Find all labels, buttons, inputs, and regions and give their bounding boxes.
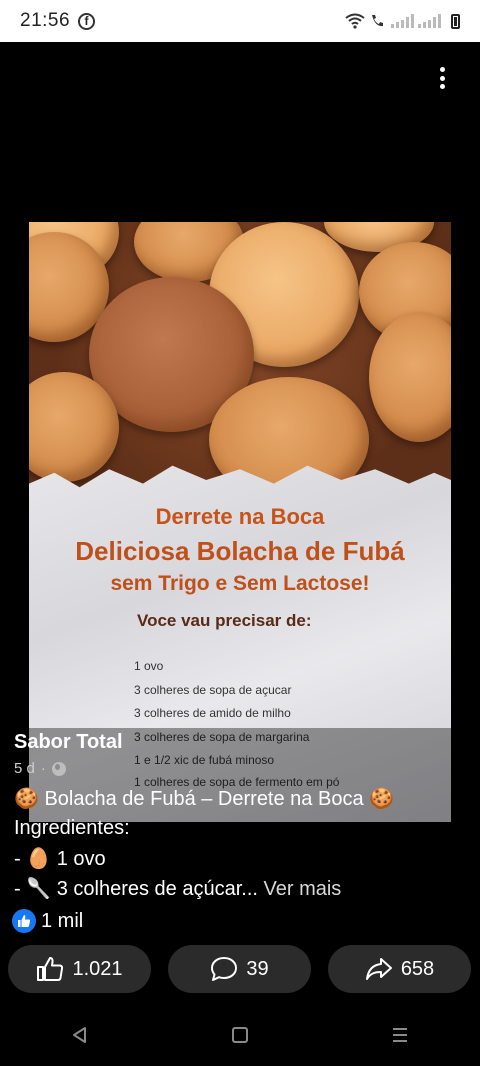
share-icon	[365, 958, 392, 980]
status-bar: 21:56 f	[0, 0, 480, 42]
image-subheading: Voce vau precisar de:	[137, 611, 312, 630]
post-meta: 5 d ·	[14, 760, 66, 777]
line-prefix: -	[14, 878, 21, 900]
page-name[interactable]: Sabor Total	[14, 731, 123, 754]
image-title-line3: sem Trigo e Sem Lactose!	[110, 572, 370, 595]
system-nav-bar	[0, 1004, 480, 1066]
post-ingredient-line: - 🥚 1 ovo	[14, 846, 106, 871]
reaction-summary[interactable]: 1 mil	[12, 909, 83, 933]
clock: 21:56	[20, 10, 71, 31]
image-ingredient: 1 ovo	[134, 659, 164, 673]
facebook-icon: f	[78, 12, 96, 30]
battery-icon	[451, 13, 460, 29]
meta-separator: ·	[40, 760, 46, 777]
thumbs-up-icon	[37, 957, 64, 981]
post-title-text: Bolacha de Fubá – Derrete na Boca	[44, 788, 364, 810]
reaction-count: 1 mil	[41, 909, 84, 932]
back-icon[interactable]	[70, 1025, 90, 1045]
signal-icon-2	[418, 14, 441, 28]
line-prefix: -	[14, 848, 21, 870]
image-title-line2: Deliciosa Bolacha de Fubá	[75, 536, 405, 566]
home-icon[interactable]	[230, 1025, 250, 1045]
wifi-icon	[345, 13, 365, 29]
see-more-link[interactable]: Ver mais	[264, 878, 342, 900]
call-icon	[372, 15, 383, 27]
globe-icon	[51, 761, 66, 776]
image-ingredient: 3 colheres de sopa de açucar	[134, 683, 292, 697]
cookie-photo	[29, 222, 451, 502]
status-icons	[345, 13, 460, 29]
egg-icon: 🥚	[26, 846, 52, 870]
post-ingredient-line: - 🥄 3 colheres de açúcar... Ver mais	[14, 876, 341, 901]
image-ingredient: 3 colheres de amido de milho	[134, 706, 291, 720]
cookie-icon: 🍪	[369, 786, 395, 810]
line-text: 3 colheres de açúcar...	[56, 878, 258, 900]
post-title: 🍪 Bolacha de Fubá – Derrete na Boca 🍪	[14, 786, 394, 811]
like-button[interactable]: 1.021	[8, 945, 151, 993]
ingredients-label: Ingredientes:	[14, 817, 130, 839]
cookie-icon: 🍪	[14, 786, 39, 810]
post-time: 5 d	[14, 760, 35, 777]
signal-icon	[391, 14, 414, 28]
like-icon	[12, 909, 36, 933]
recents-icon[interactable]	[390, 1025, 410, 1045]
spoon-icon: 🥄	[26, 876, 52, 900]
share-count: 658	[400, 957, 435, 980]
comment-button[interactable]: 39	[168, 945, 311, 993]
comment-count: 39	[246, 957, 269, 980]
image-title-line1: Derrete na Boca	[155, 504, 325, 529]
line-text: 1 ovo	[56, 848, 106, 870]
like-count: 1.021	[72, 957, 123, 980]
share-button[interactable]: 658	[328, 945, 471, 993]
comment-icon	[211, 957, 238, 981]
more-options-icon[interactable]	[432, 64, 452, 92]
